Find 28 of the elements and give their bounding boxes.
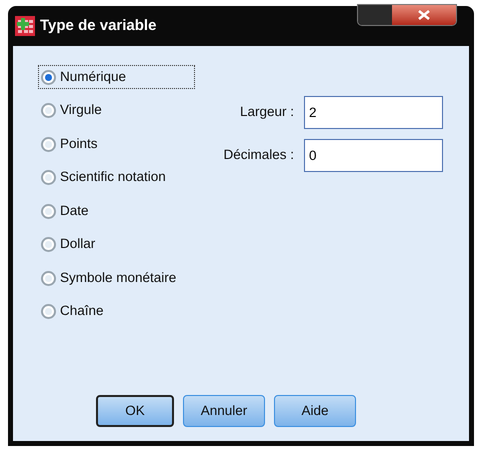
title-bar-gap — [358, 5, 392, 25]
radio-button[interactable] — [41, 136, 56, 152]
radio-option[interactable]: Virgule — [39, 100, 194, 122]
radio-option[interactable]: Points — [39, 133, 194, 155]
dialog-button[interactable]: OK — [96, 395, 174, 427]
radio-option[interactable]: Symbole monétaire — [39, 267, 194, 289]
input-field[interactable]: 0 — [304, 139, 443, 172]
close-button[interactable] — [392, 5, 456, 25]
radio-option[interactable]: Dollar — [39, 234, 194, 256]
radio-button[interactable] — [41, 70, 56, 84]
dialog-button[interactable]: Annuler — [183, 395, 265, 427]
close-icon — [418, 10, 430, 20]
radio-option[interactable]: Scientific notation — [39, 166, 194, 188]
spreadsheet-icon — [15, 16, 35, 36]
radio-button[interactable] — [41, 270, 56, 286]
radio-button[interactable] — [41, 204, 56, 218]
radio-option[interactable]: Numérique — [39, 66, 194, 88]
radio-button[interactable] — [41, 170, 56, 185]
radio-button[interactable] — [41, 103, 56, 118]
radio-option[interactable]: Date — [39, 200, 194, 222]
radio-option[interactable]: Chaîne — [39, 300, 194, 322]
window-title: Type de variable — [40, 16, 156, 36]
field-label: Largeur : — [238, 103, 294, 122]
dialog-button[interactable]: Aide — [274, 395, 356, 427]
field-label: Décimales : — [222, 146, 294, 164]
radio-button[interactable] — [41, 304, 56, 319]
radio-button[interactable] — [41, 237, 56, 252]
input-field[interactable]: 2 — [304, 96, 443, 129]
